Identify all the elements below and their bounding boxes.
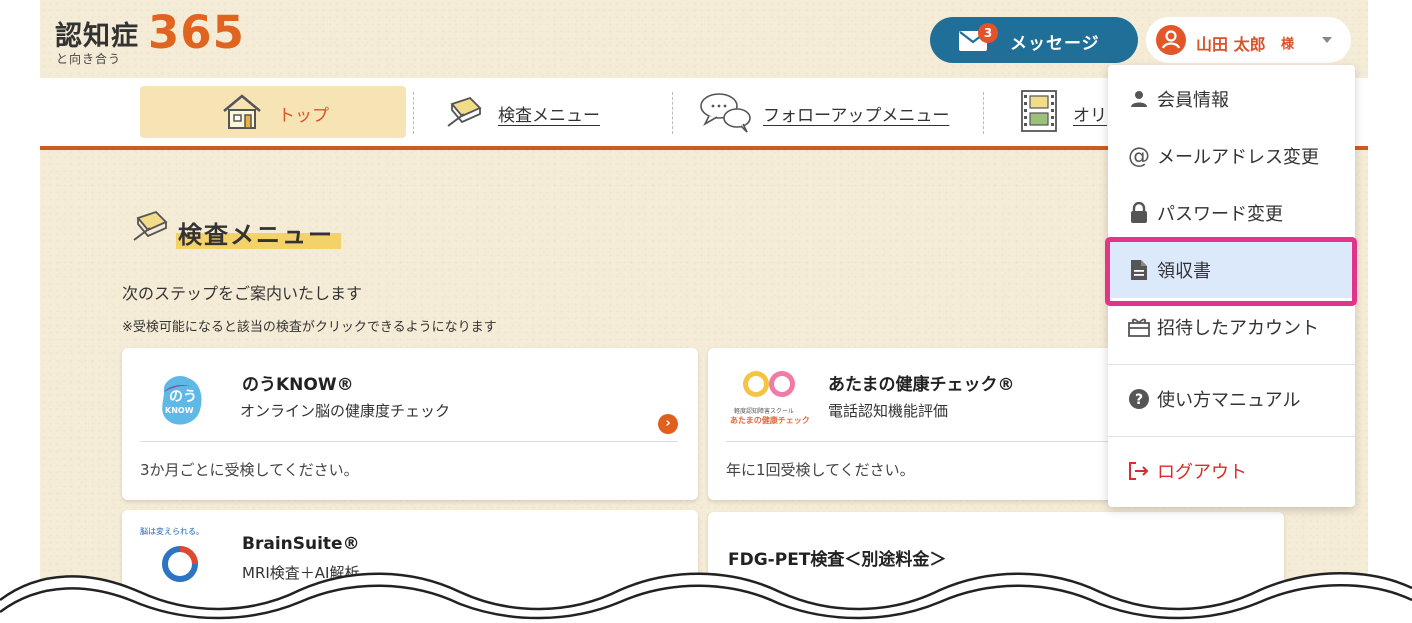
atama-logo: 軽度認知障害スクール あたまの健康チェック <box>724 366 814 430</box>
book-pencil-icon <box>447 96 482 127</box>
menu-divider <box>1108 436 1355 437</box>
menu-item-manual[interactable]: ? 使い方マニュアル <box>1108 371 1355 427</box>
logo-number: 365 <box>148 6 245 59</box>
menu-item-label: ログアウト <box>1157 462 1247 483</box>
menu-item-label: パスワード変更 <box>1157 204 1283 225</box>
menu-item-label: 招待したアカウント <box>1157 318 1319 339</box>
book-pencil-icon <box>133 210 168 241</box>
card-title: あたまの健康チェック® <box>828 375 1015 395</box>
chevron-right-icon[interactable]: › <box>658 414 678 434</box>
nav-exam-menu-label: 検査メニュー <box>498 106 600 126</box>
logo-main-text: 認知症 <box>55 21 139 52</box>
logout-icon <box>1128 460 1150 482</box>
card-subtitle: 電話認知機能評価 <box>828 402 949 420</box>
house-icon <box>223 94 261 129</box>
at-icon: @ <box>1128 143 1150 169</box>
section-note: ※受検可能になると該当の検査がクリックできるようになります <box>122 320 497 335</box>
menu-item-label: 使い方マニュアル <box>1157 390 1301 411</box>
atama-logo-name: あたまの健康チェック <box>730 416 810 425</box>
film-icon <box>1021 90 1057 132</box>
messages-count-badge: 3 <box>978 23 998 43</box>
highlight-frame <box>1105 237 1357 306</box>
site-logo[interactable]: 認知症 と向き合う 365 <box>55 6 244 66</box>
user-name: 山田 太郎 <box>1196 35 1266 54</box>
nav-followup-menu-label: フォローアップメニュー <box>763 106 950 126</box>
help-icon: ? <box>1128 388 1150 410</box>
menu-item-email-change[interactable]: @ メールアドレス変更 <box>1108 128 1355 184</box>
nav-original-label: オリ <box>1073 106 1107 126</box>
menu-item-logout[interactable]: ログアウト <box>1108 443 1355 499</box>
chevron-down-icon <box>1322 37 1332 43</box>
messages-button[interactable]: 3 メッセージ <box>930 17 1138 63</box>
card-title: BrainSuite® <box>242 534 360 554</box>
user-honorific: 様 <box>1281 37 1295 52</box>
card-footer: 年に1回受検してください。 <box>726 461 915 479</box>
nav-top[interactable]: トップ <box>140 86 406 138</box>
nouknow-logo-sub: KNOW <box>165 406 194 415</box>
section-title: 検査メニュー <box>178 221 334 249</box>
menu-item-label: メールアドレス変更 <box>1157 147 1319 168</box>
nouknow-logo: のう KNOW <box>158 372 206 432</box>
atama-logo-caption: 軽度認知障害スクール <box>734 408 795 415</box>
menu-item-invited-accounts[interactable]: 招待したアカウント <box>1108 299 1355 355</box>
chat-bubbles-icon <box>700 93 751 133</box>
wavy-cut-edge <box>0 572 1412 623</box>
exam-card-nouknow[interactable]: のう KNOW のうKNOW® オンライン脳の健康度チェック › 3か月ごとに受… <box>122 348 698 500</box>
card-title: のうKNOW® <box>242 375 354 395</box>
nav-divider <box>413 92 414 134</box>
nav-divider <box>983 92 984 134</box>
card-divider <box>140 441 678 442</box>
gift-icon <box>1128 316 1150 338</box>
brainsuite-logo-caption: 脳は変えられる。 <box>140 527 204 536</box>
nouknow-logo-text: のう <box>169 389 197 405</box>
messages-label: メッセージ <box>1010 34 1100 54</box>
menu-item-member-info[interactable]: 会員情報 <box>1108 71 1355 127</box>
menu-divider <box>1108 364 1355 365</box>
menu-item-password-change[interactable]: パスワード変更 <box>1108 185 1355 241</box>
card-subtitle: オンライン脳の健康度チェック <box>240 402 451 420</box>
lock-icon <box>1128 202 1150 224</box>
menu-item-label: 会員情報 <box>1157 90 1229 111</box>
nav-exam-menu[interactable]: 検査メニュー <box>440 78 640 146</box>
user-menu-button[interactable]: 山田 太郎 様 <box>1146 17 1351 63</box>
nav-divider <box>672 92 673 134</box>
nav-top-label: トップ <box>278 106 329 126</box>
card-footer: 3か月ごとに受検してください。 <box>140 461 359 479</box>
section-description: 次のステップをご案内いたします <box>122 284 363 303</box>
logo-sub-text: と向き合う <box>56 52 122 66</box>
svg-text:?: ? <box>1135 392 1143 408</box>
user-avatar-icon <box>1156 25 1186 55</box>
nav-followup-menu[interactable]: フォローアップメニュー <box>695 78 985 146</box>
person-icon <box>1128 88 1150 110</box>
